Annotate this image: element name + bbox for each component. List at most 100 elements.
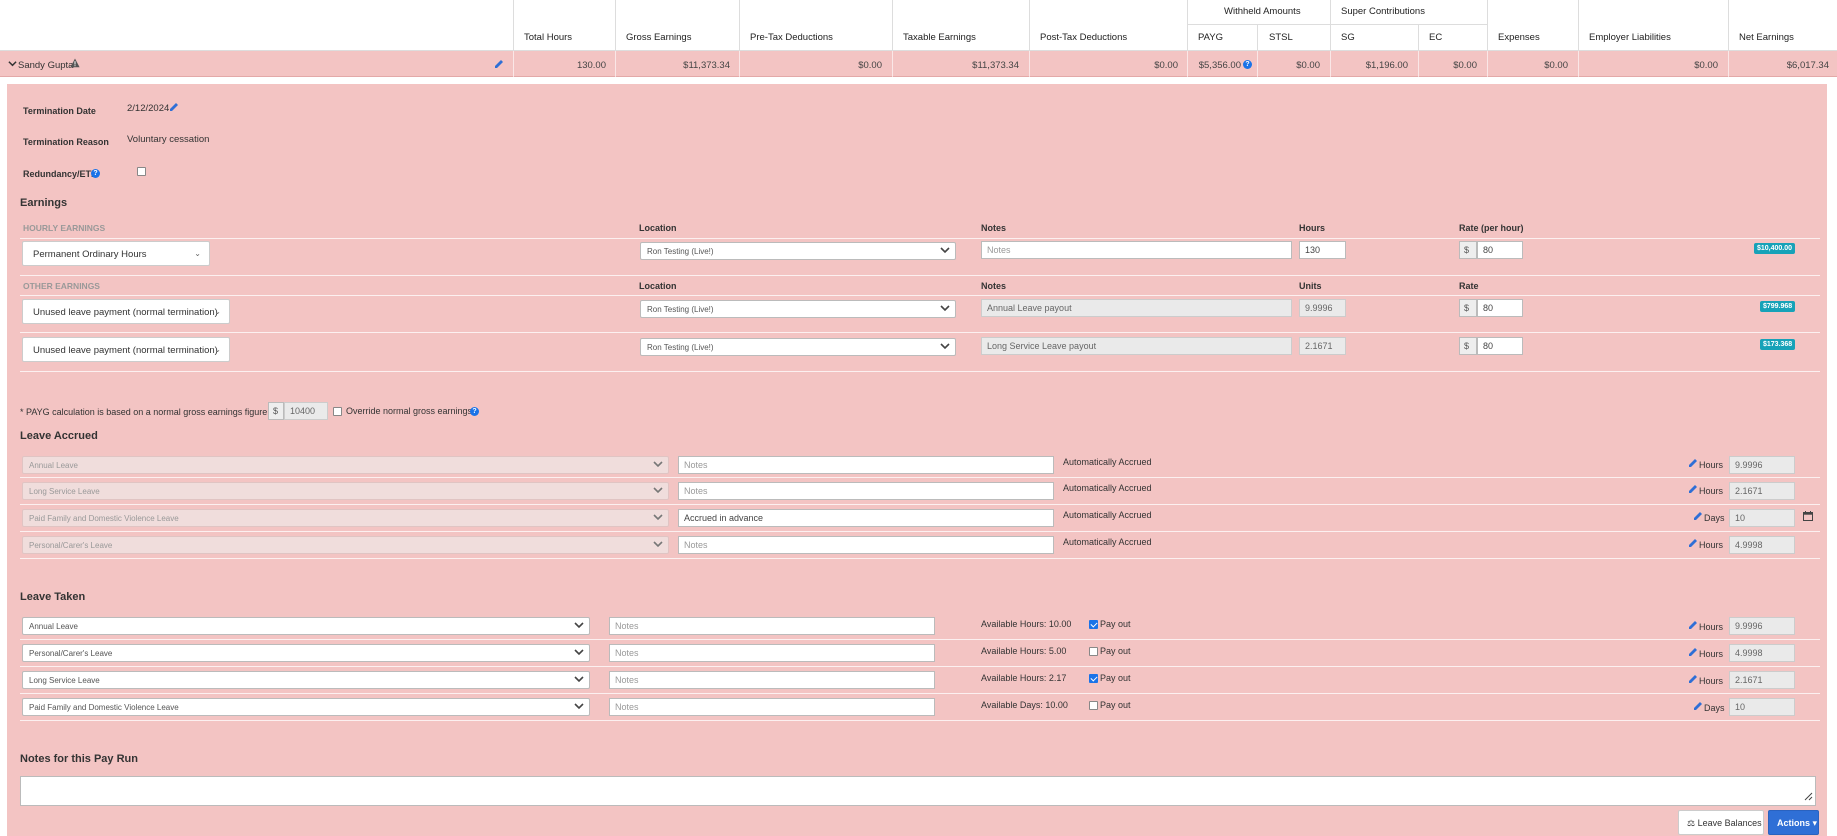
units-input[interactable]: 2.1671 bbox=[1299, 337, 1346, 355]
pay-out-label: Pay out bbox=[1100, 700, 1131, 710]
leave-balances-button[interactable]: ⚖ Leave Balances bbox=[1678, 810, 1764, 835]
notes-input[interactable]: Notes bbox=[678, 456, 1054, 474]
edit-pencil-icon[interactable] bbox=[1688, 458, 1698, 468]
edit-pencil-icon[interactable] bbox=[1693, 701, 1703, 711]
help-icon[interactable]: ? bbox=[1243, 60, 1252, 69]
leave-type-value: Paid Family and Domestic Violence Leave bbox=[29, 703, 179, 712]
employee-name[interactable]: Sandy Gupta bbox=[18, 60, 73, 71]
earnings-type-dropdown[interactable]: Unused leave payment (normal termination… bbox=[22, 299, 230, 324]
leave-type-select[interactable]: Long Service Leave bbox=[22, 671, 590, 689]
leave-accrued-section-title: Leave Accrued bbox=[20, 430, 98, 442]
location-select[interactable]: Ron Testing (Live!) bbox=[640, 300, 956, 318]
chevron-down-icon bbox=[574, 647, 584, 659]
edit-pencil-icon[interactable] bbox=[1688, 647, 1698, 657]
stsl-value: $0.00 bbox=[1296, 60, 1320, 71]
edit-pencil-icon[interactable] bbox=[1688, 620, 1698, 630]
leave-amount-input[interactable]: 9.9996 bbox=[1729, 617, 1795, 635]
notes-input[interactable]: Notes bbox=[609, 644, 935, 662]
calendar-icon[interactable] bbox=[1803, 511, 1813, 524]
edit-pencil-icon[interactable] bbox=[1693, 511, 1703, 521]
leave-amount-input[interactable]: 10 bbox=[1729, 509, 1795, 527]
pay-out-checkbox[interactable] bbox=[1089, 647, 1098, 656]
leave-amount-input[interactable]: 2.1671 bbox=[1729, 671, 1795, 689]
override-gross-earnings-checkbox[interactable] bbox=[333, 407, 342, 416]
edit-pencil-icon[interactable] bbox=[169, 102, 179, 112]
chevron-down-icon bbox=[574, 620, 584, 632]
leave-amount-input[interactable]: 10 bbox=[1729, 698, 1795, 716]
leave-type-value: Annual Leave bbox=[29, 622, 78, 631]
column-divider bbox=[1330, 51, 1331, 77]
group-super-contributions: Super Contributions bbox=[1330, 0, 1487, 24]
actions-button[interactable]: Actions ▾ bbox=[1768, 810, 1819, 835]
normal-gross-earnings-input[interactable]: 10400 bbox=[284, 402, 328, 420]
rate-input[interactable]: 80 bbox=[1477, 337, 1523, 355]
row-divider bbox=[20, 720, 1820, 721]
chevron-down-icon bbox=[940, 303, 950, 315]
col-gross-earnings: Gross Earnings bbox=[615, 0, 739, 51]
leave-type-select[interactable]: Personal/Carer's Leave bbox=[22, 644, 590, 662]
notes-input[interactable]: Accrued in advance bbox=[678, 509, 1054, 527]
currency-addon: $ bbox=[1459, 299, 1477, 317]
edit-pencil-icon[interactable] bbox=[494, 59, 504, 69]
override-gross-earnings-label: Override normal gross earnings bbox=[346, 406, 473, 416]
leave-type-select[interactable]: Paid Family and Domestic Violence Leave bbox=[22, 698, 590, 716]
location-select[interactable]: Ron Testing (Live!) bbox=[640, 242, 956, 260]
caret-down-icon: ⌄ bbox=[194, 249, 201, 258]
pay-run-notes-textarea[interactable] bbox=[20, 776, 1816, 806]
notes-input[interactable]: Annual Leave payout bbox=[981, 299, 1292, 317]
ec-value: $0.00 bbox=[1453, 60, 1477, 71]
notes-input[interactable]: Notes bbox=[678, 482, 1054, 500]
column-divider bbox=[1578, 51, 1579, 77]
net-earnings-value: $6,017.34 bbox=[1786, 60, 1829, 71]
earnings-type-dropdown[interactable]: Permanent Ordinary Hours ⌄ bbox=[22, 241, 210, 266]
leave-amount-input[interactable]: 2.1671 bbox=[1729, 482, 1795, 500]
location-column-header: Location bbox=[639, 281, 677, 291]
location-select[interactable]: Ron Testing (Live!) bbox=[640, 338, 956, 356]
header-label: Net Earnings bbox=[1739, 32, 1794, 43]
notes-input[interactable]: Long Service Leave payout bbox=[981, 337, 1292, 355]
pay-out-checkbox[interactable] bbox=[1089, 620, 1098, 629]
column-divider bbox=[1728, 51, 1729, 77]
accrual-status: Automatically Accrued bbox=[1063, 537, 1152, 547]
notes-input[interactable]: Notes bbox=[609, 698, 935, 716]
units-input[interactable]: 9.9996 bbox=[1299, 299, 1346, 317]
available-balance: Available Days: 10.00 bbox=[981, 700, 1068, 710]
earnings-type-dropdown[interactable]: Unused leave payment (normal termination… bbox=[22, 337, 230, 362]
edit-pencil-icon[interactable] bbox=[1688, 674, 1698, 684]
header-group-label: Withheld Amounts bbox=[1224, 6, 1301, 17]
leave-amount-input[interactable]: 4.9998 bbox=[1729, 536, 1795, 554]
leave-type-select: Annual Leave bbox=[22, 456, 669, 474]
rate-input[interactable]: 80 bbox=[1477, 241, 1523, 259]
pay-out-checkbox[interactable] bbox=[1089, 701, 1098, 710]
rate-input[interactable]: 80 bbox=[1477, 299, 1523, 317]
post-tax-deductions-value: $0.00 bbox=[1154, 60, 1178, 71]
notes-input[interactable]: Notes bbox=[981, 241, 1292, 259]
leave-amount-input[interactable]: 9.9996 bbox=[1729, 456, 1795, 474]
hours-input[interactable]: 130 bbox=[1299, 241, 1346, 259]
notes-input[interactable]: Notes bbox=[609, 617, 935, 635]
notes-input[interactable]: Notes bbox=[678, 536, 1054, 554]
resize-handle-icon[interactable] bbox=[1804, 792, 1813, 804]
leave-type-select[interactable]: Annual Leave bbox=[22, 617, 590, 635]
col-pre-tax-deductions: Pre-Tax Deductions bbox=[739, 0, 892, 51]
column-divider bbox=[1029, 51, 1030, 77]
help-icon[interactable]: ? bbox=[91, 169, 100, 178]
unit-label: Hours bbox=[1699, 540, 1724, 550]
edit-pencil-icon[interactable] bbox=[1688, 538, 1698, 548]
warning-icon[interactable] bbox=[70, 58, 80, 71]
notes-input[interactable]: Notes bbox=[609, 671, 935, 689]
leave-type-value: Paid Family and Domestic Violence Leave bbox=[29, 514, 179, 523]
pay-out-checkbox[interactable] bbox=[1089, 674, 1098, 683]
header-label: Pre-Tax Deductions bbox=[750, 32, 833, 43]
chevron-down-icon[interactable] bbox=[8, 59, 17, 71]
header-label: Post-Tax Deductions bbox=[1040, 32, 1128, 43]
redundancy-etp-checkbox[interactable] bbox=[137, 167, 146, 176]
scale-icon: ⚖ bbox=[1687, 818, 1696, 828]
leave-amount-input[interactable]: 4.9998 bbox=[1729, 644, 1795, 662]
employee-row[interactable]: Sandy Gupta 130.00 $11,373.34 $0.00 $11,… bbox=[0, 51, 1837, 77]
col-expenses: Expenses bbox=[1487, 0, 1578, 51]
edit-pencil-icon[interactable] bbox=[1688, 484, 1698, 494]
column-divider bbox=[1487, 51, 1488, 77]
row-divider bbox=[20, 371, 1820, 372]
help-icon[interactable]: ? bbox=[470, 407, 479, 416]
